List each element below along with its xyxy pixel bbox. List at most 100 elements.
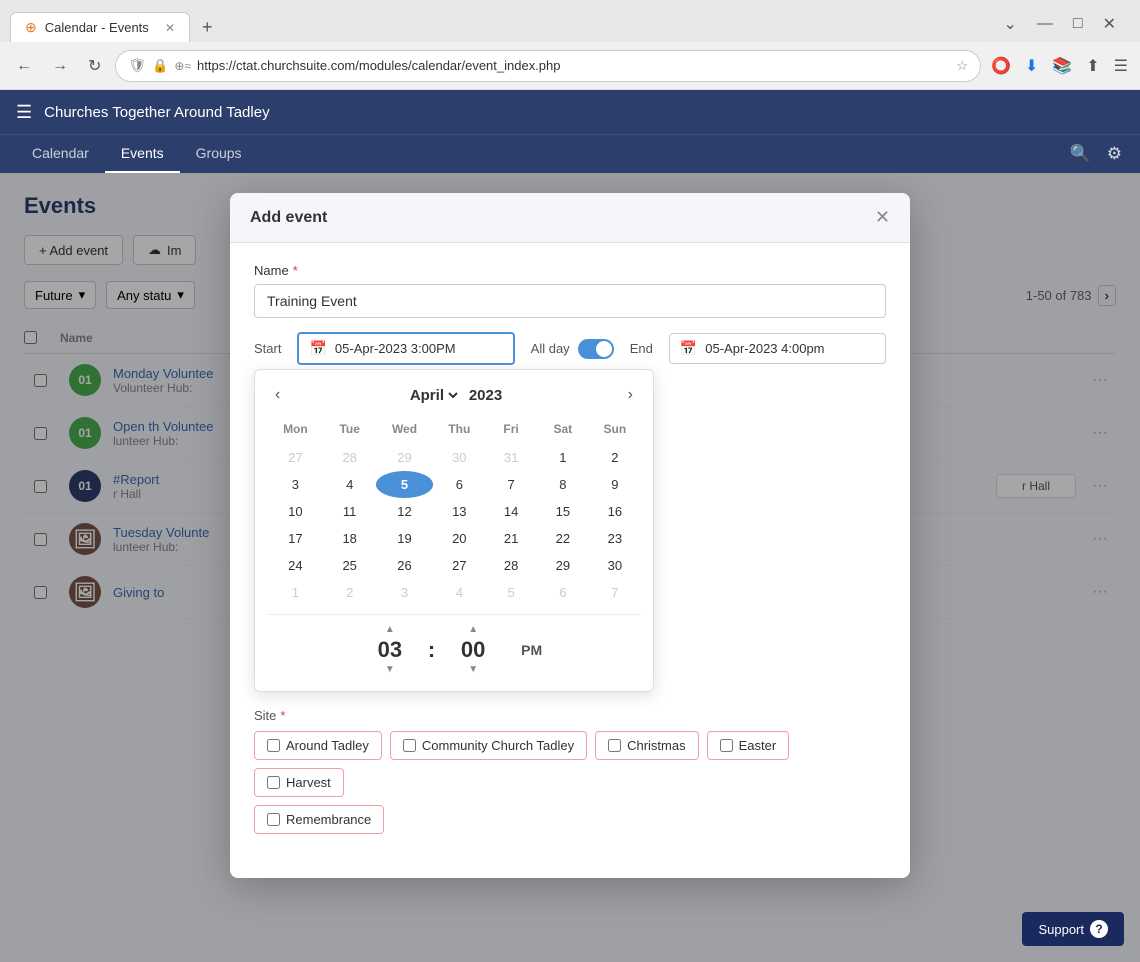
minute-input[interactable] bbox=[443, 637, 503, 663]
reload-button[interactable]: ↻ bbox=[82, 52, 107, 80]
calendar-month-year: April 2023 bbox=[406, 386, 502, 405]
site-option-harvest[interactable]: Harvest bbox=[254, 768, 344, 797]
calendar-day[interactable]: 2 bbox=[589, 444, 641, 471]
extensions-icon[interactable]: ⬆ bbox=[1084, 54, 1101, 78]
modal-close-button[interactable]: ✕ bbox=[875, 207, 890, 228]
browser-chevron-down[interactable]: ⌄ bbox=[998, 10, 1023, 38]
site-checkbox-remembrance[interactable] bbox=[267, 813, 280, 826]
hour-input[interactable] bbox=[360, 637, 420, 663]
calendar-prev-button[interactable]: ‹ bbox=[267, 382, 288, 408]
calendar-day[interactable]: 20 bbox=[433, 525, 485, 552]
address-bar[interactable]: 🛡 🔒 ⊕≈ https://ctat.churchsuite.com/modu… bbox=[115, 50, 981, 82]
site-option-remembrance[interactable]: Remembrance bbox=[254, 805, 384, 834]
forward-button[interactable]: → bbox=[46, 53, 74, 79]
start-date-input[interactable]: 📅 05-Apr-2023 3:00PM bbox=[297, 332, 514, 365]
calendar-day[interactable]: 10 bbox=[267, 498, 324, 525]
site-option-around-tadley[interactable]: Around Tadley bbox=[254, 731, 382, 760]
calendar-day[interactable]: 13 bbox=[433, 498, 485, 525]
calendar-day[interactable]: 31 bbox=[485, 444, 537, 471]
ampm-button[interactable]: PM bbox=[515, 638, 548, 662]
calendar-day[interactable]: 12 bbox=[376, 498, 434, 525]
calendar-day[interactable]: 26 bbox=[376, 552, 434, 579]
hamburger-menu-icon[interactable]: ☰ bbox=[16, 102, 32, 123]
calendar-day[interactable]: 4 bbox=[433, 579, 485, 606]
calendar-day[interactable]: 24 bbox=[267, 552, 324, 579]
active-browser-tab[interactable]: ⊕ Calendar - Events ✕ bbox=[10, 12, 190, 42]
calendar-day[interactable]: 11 bbox=[324, 498, 376, 525]
browser-close[interactable]: ✕ bbox=[1097, 10, 1122, 38]
calendar-day[interactable]: 6 bbox=[433, 471, 485, 498]
menu-icon[interactable]: ☰ bbox=[1112, 54, 1130, 78]
browser-minimize[interactable]: — bbox=[1031, 10, 1059, 38]
browser-maximize[interactable]: □ bbox=[1067, 10, 1089, 38]
calendar-day[interactable]: 4 bbox=[324, 471, 376, 498]
new-tab-button[interactable]: + bbox=[194, 13, 221, 42]
calendar-day[interactable]: 9 bbox=[589, 471, 641, 498]
nav-tab-calendar[interactable]: Calendar bbox=[16, 135, 105, 173]
calendar-day[interactable]: 8 bbox=[537, 471, 589, 498]
calendar-day[interactable]: 15 bbox=[537, 498, 589, 525]
nav-tab-events[interactable]: Events bbox=[105, 135, 180, 173]
calendar-day[interactable]: 2 bbox=[324, 579, 376, 606]
calendar-day[interactable]: 30 bbox=[433, 444, 485, 471]
hour-down-button[interactable]: ▼ bbox=[385, 665, 395, 675]
calendar-day[interactable]: 5 bbox=[485, 579, 537, 606]
calendar-day[interactable]: 17 bbox=[267, 525, 324, 552]
calendar-day[interactable]: 1 bbox=[537, 444, 589, 471]
calendar-day[interactable]: 27 bbox=[433, 552, 485, 579]
calendar-day[interactable]: 21 bbox=[485, 525, 537, 552]
support-button[interactable]: Support ? bbox=[1022, 912, 1124, 946]
site-option-easter[interactable]: Easter bbox=[707, 731, 790, 760]
nav-tab-groups[interactable]: Groups bbox=[180, 135, 258, 173]
calendar-day[interactable]: 3 bbox=[376, 579, 434, 606]
calendar-day[interactable]: 18 bbox=[324, 525, 376, 552]
site-checkbox-around-tadley[interactable] bbox=[267, 739, 280, 752]
calendar-day[interactable]: 14 bbox=[485, 498, 537, 525]
pocket-icon[interactable]: ⭕ bbox=[989, 54, 1013, 78]
calendar-grid: Mon Tue Wed Thu Fri Sat Sun 272829303112… bbox=[267, 418, 641, 606]
app-nav: Calendar Events Groups 🔍 ⚙ bbox=[0, 134, 1140, 173]
calendar-day[interactable]: 28 bbox=[324, 444, 376, 471]
calendar-day[interactable]: 5 bbox=[376, 471, 434, 498]
minute-down-button[interactable]: ▼ bbox=[468, 665, 478, 675]
hour-up-button[interactable]: ▲ bbox=[385, 625, 395, 635]
site-checkbox-community-church[interactable] bbox=[403, 739, 416, 752]
calendar-day[interactable]: 3 bbox=[267, 471, 324, 498]
calendar-day[interactable]: 1 bbox=[267, 579, 324, 606]
site-option-community-church[interactable]: Community Church Tadley bbox=[390, 731, 587, 760]
settings-icon[interactable]: ⚙ bbox=[1105, 142, 1124, 166]
tab-close-button[interactable]: ✕ bbox=[165, 21, 175, 35]
calendar-dropdown: ‹ April 2023 › Mon Tue Wed bbox=[254, 369, 654, 692]
end-date-input[interactable]: 📅 05-Apr-2023 4:00pm bbox=[669, 333, 886, 364]
all-day-toggle[interactable] bbox=[578, 339, 614, 359]
calendar-day[interactable]: 22 bbox=[537, 525, 589, 552]
tab-favicon: ⊕ bbox=[25, 19, 37, 36]
search-icon[interactable]: 🔍 bbox=[1068, 142, 1093, 166]
site-checkbox-harvest[interactable] bbox=[267, 776, 280, 789]
event-name-input[interactable] bbox=[254, 284, 886, 318]
download-icon[interactable]: ⬇ bbox=[1023, 54, 1040, 78]
minute-spinner: ▲ ▼ bbox=[443, 625, 503, 675]
calendar-day[interactable]: 16 bbox=[589, 498, 641, 525]
calendar-next-button[interactable]: › bbox=[620, 382, 641, 408]
calendar-day[interactable]: 7 bbox=[589, 579, 641, 606]
site-checkbox-christmas[interactable] bbox=[608, 739, 621, 752]
calendar-day[interactable]: 29 bbox=[376, 444, 434, 471]
calendar-day[interactable]: 7 bbox=[485, 471, 537, 498]
time-colon: : bbox=[428, 637, 435, 663]
calendar-day[interactable]: 25 bbox=[324, 552, 376, 579]
calendar-day[interactable]: 29 bbox=[537, 552, 589, 579]
calendar-day[interactable]: 6 bbox=[537, 579, 589, 606]
calendar-nav: ‹ April 2023 › bbox=[267, 382, 641, 408]
calendar-day[interactable]: 28 bbox=[485, 552, 537, 579]
calendar-day[interactable]: 30 bbox=[589, 552, 641, 579]
calendar-day[interactable]: 23 bbox=[589, 525, 641, 552]
site-option-christmas[interactable]: Christmas bbox=[595, 731, 699, 760]
calendar-day[interactable]: 19 bbox=[376, 525, 434, 552]
minute-up-button[interactable]: ▲ bbox=[468, 625, 478, 635]
site-checkbox-easter[interactable] bbox=[720, 739, 733, 752]
back-button[interactable]: ← bbox=[10, 53, 38, 79]
bookmarks-icon[interactable]: 📚 bbox=[1050, 54, 1074, 78]
calendar-day[interactable]: 27 bbox=[267, 444, 324, 471]
month-select[interactable]: April bbox=[406, 386, 461, 405]
